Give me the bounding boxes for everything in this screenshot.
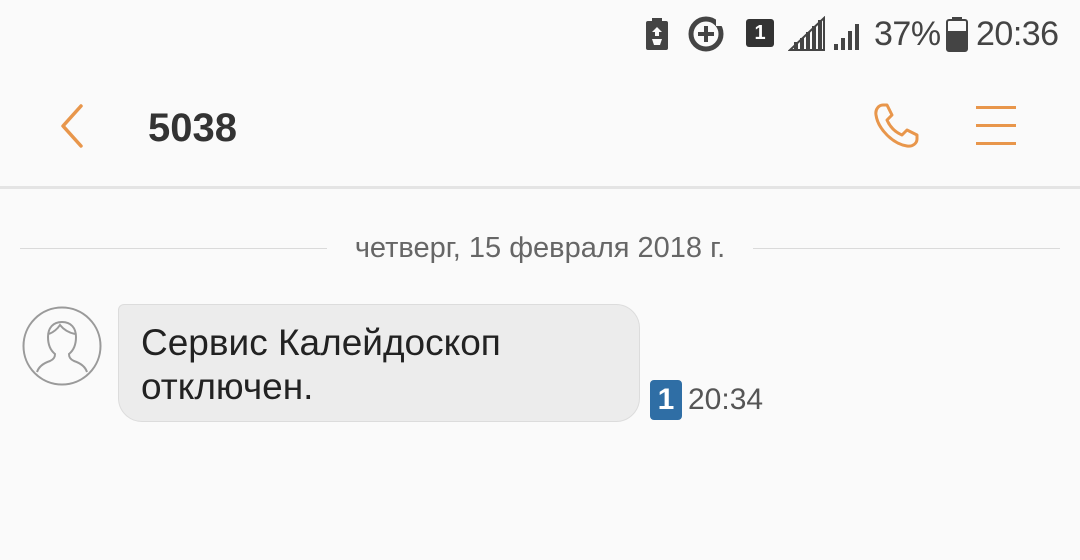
battery-icon: [945, 14, 969, 54]
sim-1-icon: 1: [650, 380, 682, 420]
chevron-left-icon: [59, 104, 85, 152]
status-bar: 1 37% 20:36: [0, 0, 1080, 70]
divider-line: [20, 247, 327, 249]
message-meta: 1 20:34: [650, 380, 763, 420]
signal-strength-icon: [832, 14, 864, 54]
menu-icon: [976, 104, 1016, 152]
battery-percentage: 37%: [874, 14, 941, 53]
phone-icon: [871, 101, 921, 155]
menu-button[interactable]: [970, 98, 1022, 158]
person-avatar-icon[interactable]: [22, 306, 102, 386]
message-text: Сервис Калейдоскоп отключен.: [141, 322, 501, 407]
divider-line: [753, 247, 1061, 249]
date-label: четверг, 15 февраля 2018 г.: [354, 231, 726, 264]
status-clock: 20:36: [976, 14, 1059, 53]
message-row: Сервис Калейдоскоп отключен. 1 20:34: [0, 304, 1080, 428]
battery-saver-icon: [644, 14, 670, 54]
conversation-header: 5038: [0, 70, 1080, 189]
back-button[interactable]: [52, 100, 92, 156]
contact-title: 5038: [148, 106, 237, 150]
sim-1-icon: 1: [746, 19, 774, 47]
message-bubble[interactable]: Сервис Калейдоскоп отключен.: [118, 304, 640, 422]
call-button[interactable]: [866, 98, 926, 158]
data-saver-icon: [686, 14, 726, 54]
date-divider: четверг, 15 февраля 2018 г.: [20, 226, 1061, 270]
message-time: 20:34: [688, 383, 764, 416]
signal-strength-icon: [788, 14, 828, 54]
